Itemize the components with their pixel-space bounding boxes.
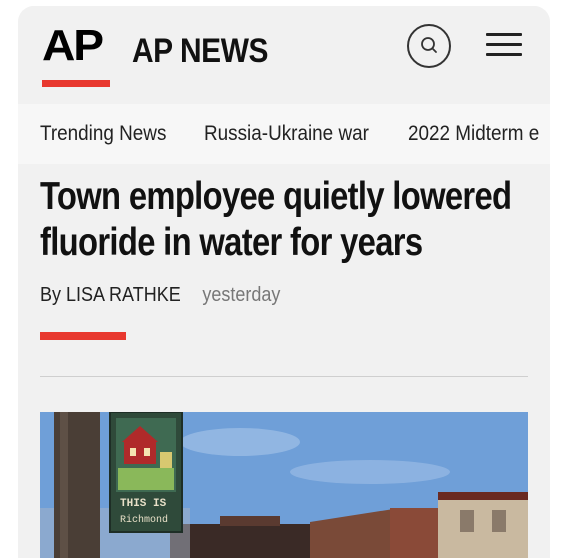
- ap-logo[interactable]: AP: [42, 21, 110, 87]
- article-photo[interactable]: THIS IS Richmond: [40, 412, 528, 558]
- menu-icon-bar: [486, 53, 522, 56]
- search-button[interactable]: [407, 24, 451, 68]
- divider: [40, 376, 528, 377]
- site-header: AP AP NEWS: [18, 6, 550, 98]
- nav-item-midterms[interactable]: 2022 Midterm e: [408, 122, 539, 146]
- sign-text-line2: Richmond: [120, 514, 168, 526]
- menu-button[interactable]: [486, 31, 522, 59]
- photo-illustration: THIS IS Richmond: [40, 412, 528, 558]
- trending-nav: Trending News Russia-Ukraine war 2022 Mi…: [18, 104, 550, 164]
- byline: By LISA RATHKE yesterday: [40, 284, 280, 307]
- article-headline: Town employee quietly lowered fluoride i…: [40, 175, 512, 264]
- menu-icon-bar: [486, 43, 522, 46]
- accent-bar: [40, 332, 126, 340]
- sign-text-line1: THIS IS: [120, 498, 167, 510]
- author[interactable]: By LISA RATHKE: [40, 284, 181, 306]
- logo-text: AP: [42, 21, 104, 70]
- logo-underline: [42, 80, 110, 87]
- timestamp: yesterday: [202, 284, 281, 306]
- search-icon: [421, 37, 437, 53]
- menu-icon: [486, 33, 522, 36]
- nav-item-trending[interactable]: Trending News: [40, 122, 166, 146]
- nav-item-russia-ukraine[interactable]: Russia-Ukraine war: [204, 122, 369, 146]
- brand-name[interactable]: AP NEWS: [132, 32, 268, 71]
- app-frame: AP AP NEWS Trending News Russia-Ukraine …: [18, 6, 550, 558]
